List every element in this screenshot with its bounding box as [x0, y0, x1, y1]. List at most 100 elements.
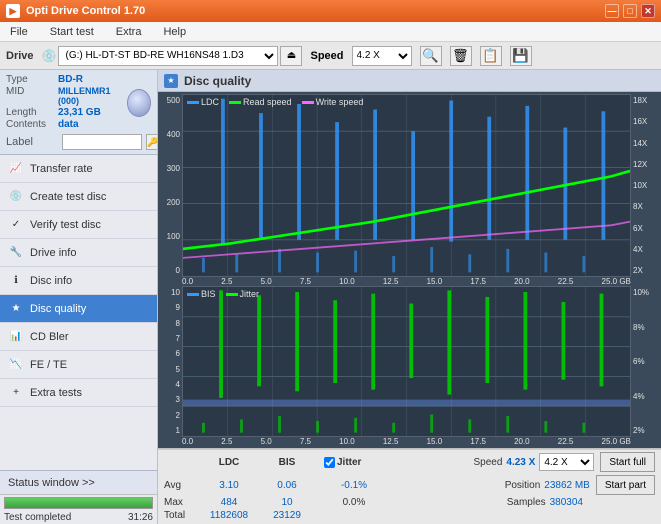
sidebar-item-disc-info[interactable]: ℹ Disc info: [0, 267, 157, 295]
sidebar-item-fe-te[interactable]: 📉 FE / TE: [0, 351, 157, 379]
chart1-y-left: 500 400 300 200 100 0: [160, 94, 182, 277]
app-icon: ▶: [6, 4, 20, 18]
label-field-label: Label: [6, 136, 58, 148]
drive-erase-button[interactable]: 🗑: [450, 46, 472, 66]
contents-label: Contents: [6, 119, 58, 130]
verify-test-disc-icon: ✓: [8, 217, 24, 233]
titlebar-controls: — □ ✕: [605, 4, 655, 18]
status-window-label: Status window >>: [8, 477, 95, 489]
chart1-legend-readspeed: Read speed: [243, 97, 292, 107]
drive-copy-button[interactable]: 📋: [480, 46, 502, 66]
close-button[interactable]: ✕: [641, 4, 655, 18]
status-time: 31:26: [128, 512, 153, 523]
mid-label: MID: [6, 86, 58, 106]
sidebar-item-create-test-disc[interactable]: 💿 Create test disc: [0, 183, 157, 211]
sidebar-item-label-disc-quality: Disc quality: [30, 303, 86, 315]
position-label: Position: [505, 480, 541, 491]
start-part-button[interactable]: Start part: [596, 475, 655, 495]
sidebar-item-extra-tests[interactable]: + Extra tests: [0, 379, 157, 407]
progress-bar-container: [4, 497, 153, 509]
sidebar-item-label-disc-info: Disc info: [30, 275, 72, 287]
progress-bar-fill: [5, 498, 152, 508]
sidebar-item-cd-bler[interactable]: 📊 CD Bler: [0, 323, 157, 351]
type-value: BD-R: [58, 74, 83, 85]
menu-help[interactable]: Help: [157, 25, 192, 39]
chart2-wrapper: 10 9 8 7 6 5 4 3 2 1: [160, 286, 659, 437]
samples-label: Samples: [507, 497, 546, 508]
position-value: 23862 MB: [544, 480, 590, 491]
avg-jitter: -0.1%: [324, 480, 384, 491]
chart1-legend-writespeed: Write speed: [316, 97, 364, 107]
transfer-rate-icon: 📈: [8, 161, 24, 177]
menu-file[interactable]: File: [4, 25, 34, 39]
chart1-legend: LDC Read speed Write speed: [187, 97, 363, 107]
create-test-disc-icon: 💿: [8, 189, 24, 205]
disc-info-icon: ℹ: [8, 273, 24, 289]
max-label: Max: [164, 497, 200, 508]
status-text-row: Test completed 31:26: [0, 511, 157, 524]
menu-extra[interactable]: Extra: [110, 25, 148, 39]
sidebar-item-drive-info[interactable]: 🔧 Drive info: [0, 239, 157, 267]
menu-start-test[interactable]: Start test: [44, 25, 100, 39]
samples-value: 380304: [550, 497, 583, 508]
mid-value: MILLENMR1 (000): [58, 86, 127, 106]
minimize-button[interactable]: —: [605, 4, 619, 18]
col-header-bis: BIS: [258, 457, 316, 468]
chart2-svg: [183, 287, 630, 436]
chart1-canvas: LDC Read speed Write speed: [182, 94, 631, 277]
contents-value: data: [58, 119, 79, 130]
sidebar-item-disc-quality[interactable]: ★ Disc quality: [0, 295, 157, 323]
disc-label-input[interactable]: [62, 134, 142, 150]
content-header: ★ Disc quality: [158, 70, 661, 92]
sidebar-menu: 📈 Transfer rate 💿 Create test disc ✓ Ver…: [0, 155, 157, 470]
col-header-ldc: LDC: [200, 457, 258, 468]
drivebar: Drive 💿 (G:) HL-DT-ST BD-RE WH16NS48 1.D…: [0, 42, 661, 70]
jitter-checkbox[interactable]: [324, 457, 335, 468]
disc-label-button[interactable]: 🔑: [146, 134, 158, 150]
sidebar-item-verify-test-disc[interactable]: ✓ Verify test disc: [0, 211, 157, 239]
sidebar-item-label-fe-te: FE / TE: [30, 359, 67, 371]
drive-info-button[interactable]: 🔍: [420, 46, 442, 66]
disc-panel: Type BD-R MID MILLENMR1 (000) Length 23,…: [0, 70, 157, 155]
sidebar-item-label-cd-bler: CD Bler: [30, 331, 69, 343]
drive-save-button[interactable]: 💾: [510, 46, 532, 66]
drive-info-icon: 🔧: [8, 245, 24, 261]
total-ldc: 1182608: [200, 510, 258, 521]
chart2-legend-jitter: Jitter: [240, 289, 260, 299]
sidebar-item-label-verify-test-disc: Verify test disc: [30, 219, 101, 231]
maximize-button[interactable]: □: [623, 4, 637, 18]
max-bis: 10: [258, 497, 316, 508]
drive-eject-button[interactable]: ⏏: [280, 46, 302, 66]
extra-tests-icon: +: [8, 385, 24, 401]
speed-label: Speed: [310, 50, 343, 62]
content-area: ★ Disc quality 500 400 300 200 100 0: [158, 70, 661, 524]
max-jitter: 0.0%: [324, 497, 384, 508]
content-title: Disc quality: [184, 74, 251, 88]
speed-stat-select[interactable]: 4.2 X: [539, 453, 594, 471]
chart2-y-right: 10% 8% 6% 4% 2%: [631, 286, 659, 437]
status-text: Test completed: [4, 512, 71, 523]
drive-label: Drive: [6, 50, 34, 62]
sidebar-bottom: Status window >> Test completed 31:26: [0, 470, 157, 524]
start-full-button[interactable]: Start full: [600, 452, 655, 472]
chart2-legend-bis: BIS: [201, 289, 216, 299]
bottom-controls: LDC BIS Jitter Speed 4.23 X 4.2 X Start …: [158, 448, 661, 524]
disc-quality-icon: ★: [8, 301, 24, 317]
cd-bler-icon: 📊: [8, 329, 24, 345]
chart2-y-left: 10 9 8 7 6 5 4 3 2 1: [160, 286, 182, 437]
length-label: Length: [6, 107, 58, 118]
avg-label: Avg: [164, 480, 200, 491]
titlebar-left: ▶ Opti Drive Control 1.70: [6, 4, 145, 18]
status-window-button[interactable]: Status window >>: [0, 471, 157, 495]
sidebar-item-transfer-rate[interactable]: 📈 Transfer rate: [0, 155, 157, 183]
sidebar: Type BD-R MID MILLENMR1 (000) Length 23,…: [0, 70, 158, 524]
sidebar-item-label-transfer-rate: Transfer rate: [30, 163, 93, 175]
sidebar-item-label-create-test-disc: Create test disc: [30, 191, 106, 203]
max-ldc: 484: [200, 497, 258, 508]
charts-area: 500 400 300 200 100 0 LDC: [158, 92, 661, 448]
col-header-jitter: Jitter: [337, 457, 361, 468]
disc-graphic: [127, 89, 151, 117]
drive-select[interactable]: (G:) HL-DT-ST BD-RE WH16NS48 1.D3: [58, 46, 278, 66]
speed-select[interactable]: 4.2 X: [352, 46, 412, 66]
chart1-section: 500 400 300 200 100 0 LDC: [160, 94, 659, 286]
